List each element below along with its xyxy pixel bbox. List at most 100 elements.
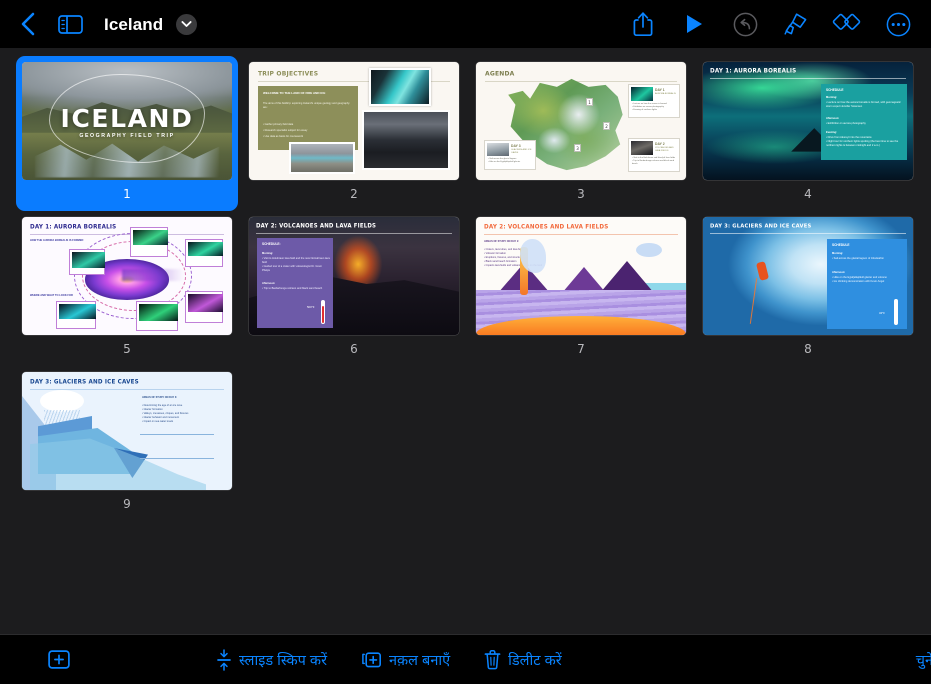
aurora-callout-5 (136, 301, 178, 331)
afternoon-label: Afternoon: (826, 117, 840, 120)
slide-2-title: TRIP OBJECTIVES (258, 70, 319, 78)
morning-label: Morning: (832, 252, 844, 255)
slide-9-heading: AREAS OF STUDY ON DAY 3: (142, 396, 178, 399)
delete-label: डिलीट करें (508, 652, 562, 669)
agenda-card-day2: DAY 2 VOLCANOES AND LAVA FIELDS • Visit … (628, 138, 680, 172)
slide-3-content: AGENDA 1 2 3 DAY 1 AURORA BOREALIS • Lec… (476, 62, 686, 180)
slide-thumbnail-9[interactable]: DAY 3: GLACIERS AND ICE CAVES AREAS OF S… (22, 372, 232, 510)
objectives-bullet-3: • Use data as basis for coursework (263, 135, 303, 138)
back-button[interactable] (10, 6, 46, 42)
afternoon-bullets: • Hike on the Eyjafjallajökull glacier a… (832, 276, 887, 284)
callout-photo (187, 241, 223, 256)
format-button[interactable] (781, 9, 811, 39)
slide-thumbnail-5[interactable]: DAY 1: AURORA BOREALIS HOW THE AURORA BO… (22, 217, 232, 355)
objectives-heading: WELCOME TO THE LAND OF FIRE AND ICE (263, 91, 326, 95)
slide-5-heading-2: WHERE AND WHAT TO LOOK FOR (30, 294, 73, 297)
agenda-card-day1: DAY 1 AURORA BOREALIS • Lecture on how t… (628, 84, 680, 118)
snow-cloud (40, 390, 84, 412)
callout-photo (58, 303, 96, 319)
slide-navigator[interactable]: ICELAND GEOGRAPHY FIELD TRIP 1 TRIP OBJE… (0, 48, 931, 634)
vestrahorn-photo (362, 110, 450, 170)
slide-9-title: DAY 3: GLACIERS AND ICE CAVES (30, 379, 139, 386)
play-button[interactable] (679, 9, 709, 39)
chevron-down-icon (181, 21, 192, 27)
afternoon-bullets: • Trip to Bardarbunga volcano and black … (262, 287, 323, 290)
document-menu-button[interactable] (176, 13, 198, 35)
slide-1-subtitle: GEOGRAPHY FIELD TRIP (79, 132, 175, 139)
more-button[interactable] (883, 9, 913, 39)
share-button[interactable] (628, 9, 658, 39)
slide-thumbnail-4[interactable]: DAY 1: AURORA BOREALIS SCHEDULE Morning:… (703, 62, 913, 200)
mountain-3 (600, 261, 654, 293)
schedule-panel: SCHEDULE Morning: • Sail across the glac… (827, 239, 907, 329)
slide-thumbnail-6[interactable]: DAY 2: VOLCANOES AND LAVA FIELDS SCHEDUL… (249, 217, 459, 355)
objectives-box: WELCOME TO THE LAND OF FIRE AND ICE The … (258, 86, 358, 150)
slide-thumbnail-3[interactable]: AGENDA 1 2 3 DAY 1 AURORA BOREALIS • Lec… (476, 62, 686, 200)
title-rule (485, 81, 677, 82)
duplicate-button[interactable]: नक़ल बनाएँ (361, 650, 450, 670)
slide-4-content: DAY 1: AURORA BOREALIS SCHEDULE Morning:… (703, 62, 913, 180)
slide-thumbnail-7[interactable]: DAY 2: VOLCANOES AND LAVA FIELDS AREAS O… (476, 217, 686, 355)
rain-cloud (636, 243, 662, 257)
morning-bullets: • Lecture on how the aurora borealis is … (826, 101, 901, 109)
duplicate-label: नक़ल बनाएँ (389, 652, 451, 669)
slide-thumbnail-2[interactable]: TRIP OBJECTIVES WELCOME TO THE LAND OF F… (249, 62, 459, 200)
objectives-bullet-2: • Research specialist subject for essay (263, 129, 308, 132)
bottom-toolbar-center-group: स्लाइड स्किप करें नक़ल बनाएँ डिलीट करें (216, 648, 562, 671)
aurora-callout-3 (185, 239, 223, 267)
slide-5-title: DAY 1: AURORA BOREALIS (30, 224, 117, 231)
callout-photo (71, 251, 105, 268)
slide-number-8: 8 (804, 342, 812, 356)
add-slide-button[interactable] (48, 650, 70, 669)
thermometer-icon (321, 300, 325, 324)
schedule-panel: SCHEDULE: Morning: • Visit to Holuhraun … (257, 238, 333, 328)
slide-6-content: DAY 2: VOLCANOES AND LAVA FIELDS SCHEDUL… (249, 217, 459, 335)
slide-number-7: 7 (577, 342, 585, 356)
toolbar-right-group (628, 9, 931, 39)
document-title[interactable]: Iceland (104, 16, 163, 33)
slide-grid: ICELAND GEOGRAPHY FIELD TRIP 1 TRIP OBJE… (0, 48, 931, 510)
day2-lines: • Visit to the Holuhraun and Hverfjall l… (632, 157, 676, 166)
callout-photo (132, 229, 168, 245)
aurora-callout-6 (185, 291, 223, 323)
slide-1-title: ICELAND (60, 104, 194, 134)
ellipsis-circle-icon (886, 12, 910, 36)
slide-number-5: 5 (123, 342, 131, 356)
animate-button[interactable] (832, 9, 862, 39)
slide-canvas-1: ICELAND GEOGRAPHY FIELD TRIP (22, 62, 232, 180)
day3-sublabel: GLACIERS AND ICE CAVES (511, 149, 532, 155)
slide-number-1: 1 (123, 187, 131, 201)
slide-thumbnail-1[interactable]: ICELAND GEOGRAPHY FIELD TRIP 1 (16, 56, 238, 211)
select-button[interactable]: चुनें (916, 650, 931, 670)
undo-button[interactable] (730, 9, 760, 39)
slide-canvas-9: DAY 3: GLACIERS AND ICE CAVES AREAS OF S… (22, 372, 232, 490)
undo-arrow-circle-icon (733, 12, 757, 36)
slide-7-heading: AREAS OF STUDY ON DAY 2: (484, 240, 520, 243)
trash-icon (484, 649, 501, 670)
title-rule (484, 234, 678, 235)
slide-canvas-2: TRIP OBJECTIVES WELCOME TO THE LAND OF F… (249, 62, 459, 180)
slide-thumbnail-8[interactable]: DAY 3: GLACIERS AND ICE CAVES SCHEDULE M… (703, 217, 913, 355)
slide-7-title: DAY 2: VOLCANOES AND LAVA FIELDS (484, 224, 609, 231)
delete-button[interactable]: डिलीट करें (484, 649, 562, 670)
objectives-body: The aims of this fieldtrip: exploring Ic… (263, 102, 350, 110)
diamond-layers-icon (832, 13, 861, 30)
slide-6-title: DAY 2: VOLCANOES AND LAVA FIELDS (256, 223, 377, 230)
objectives-bullet-1: • Gather primary field data (263, 123, 294, 126)
keynote-window: Iceland ICELAND GEOGRAPHY FIELD TRIP 1 T… (0, 0, 931, 684)
slide-canvas-7: DAY 2: VOLCANOES AND LAVA FIELDS AREAS O… (476, 217, 686, 335)
morning-label: Morning: (826, 96, 838, 99)
day1-label: DAY 1 (655, 88, 665, 92)
skip-slide-arrows-icon (217, 648, 231, 671)
slide-8-title: DAY 3: GLACIERS AND ICE CAVES (710, 223, 812, 230)
top-toolbar: Iceland (0, 0, 931, 48)
morning-label: Morning: (262, 252, 274, 255)
morning-bullets: • Sail across the glacial lagoon of Jöku… (832, 257, 884, 260)
day3-lines: • Sail across the glacial lagoon • Hike … (488, 158, 521, 164)
sidebar-toggle-button[interactable] (50, 6, 90, 42)
skip-slide-button[interactable]: स्लाइड स्किप करें (216, 648, 327, 671)
day1-lines: • Lecture on how the aurora is formed • … (632, 103, 667, 112)
afternoon-bullets: • Exhibition on aurora photography (826, 122, 866, 125)
slide-7-content: DAY 2: VOLCANOES AND LAVA FIELDS AREAS O… (476, 217, 686, 335)
title-rule (710, 78, 906, 79)
